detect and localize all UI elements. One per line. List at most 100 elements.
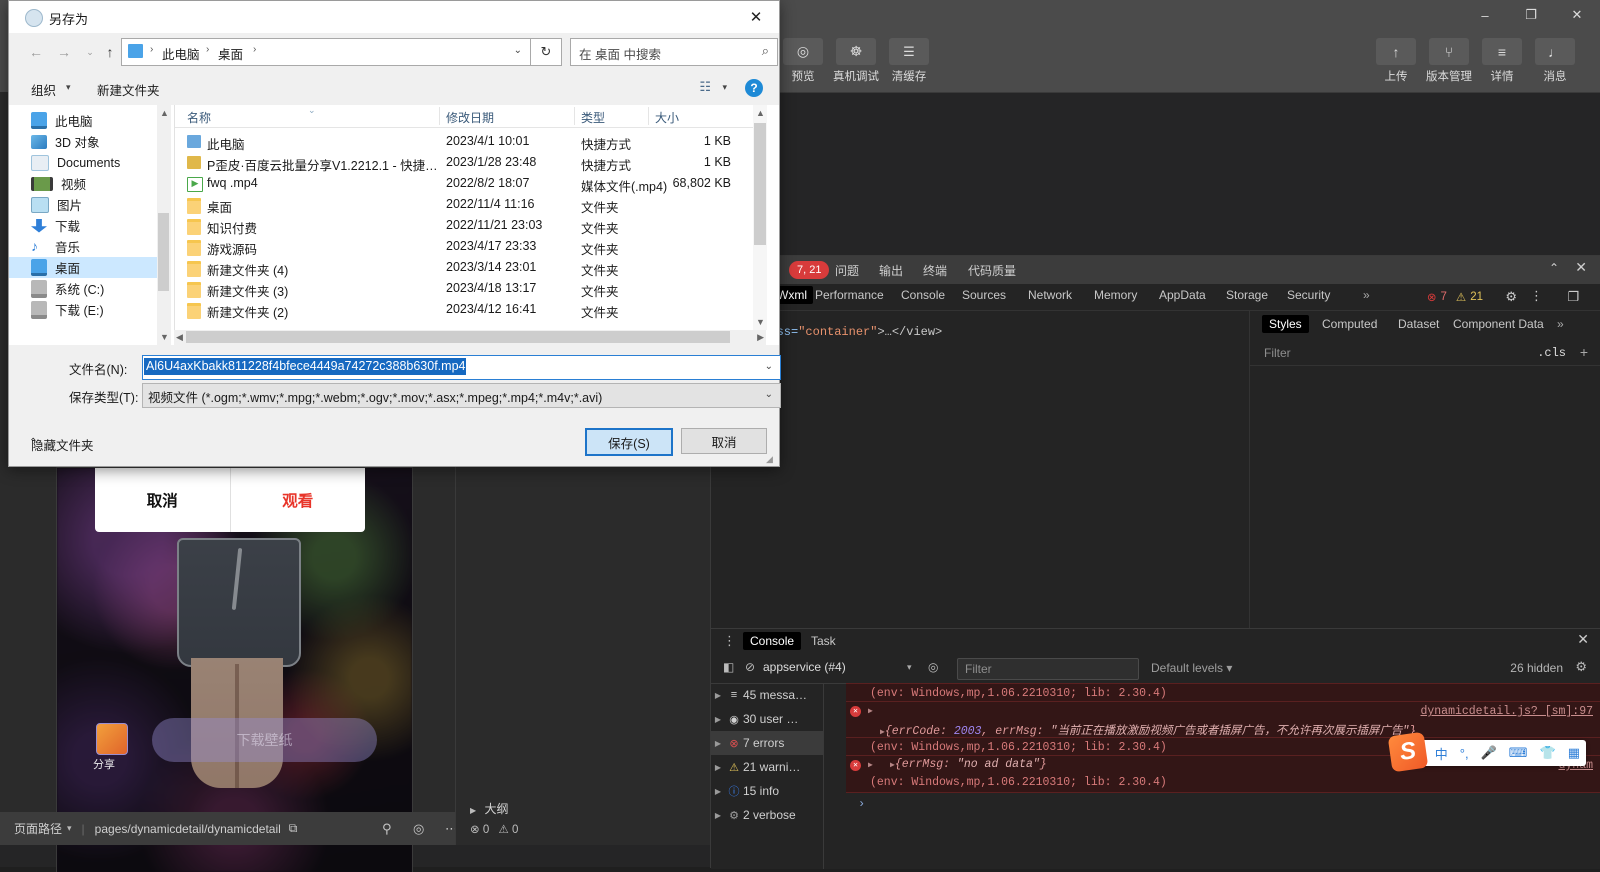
- dialog-cancel-button[interactable]: 取消: [95, 468, 231, 532]
- styles-tab-dataset[interactable]: Dataset: [1398, 317, 1439, 331]
- hide-folders-toggle[interactable]: 隐藏文件夹: [31, 435, 94, 454]
- table-row[interactable]: 新建文件夹 (4) 2023/3/14 23:01 文件夹: [175, 257, 767, 278]
- column-header-size[interactable]: 大小: [655, 109, 679, 126]
- tree-item-drive-e[interactable]: 下载 (E:): [9, 299, 157, 320]
- console-tab-console[interactable]: Console: [743, 632, 801, 650]
- console-tab-task[interactable]: Task: [811, 634, 836, 648]
- organize-button[interactable]: 组织: [31, 80, 56, 99]
- issue-counters[interactable]: ⊗ 7 ⚠ 21: [1427, 290, 1483, 304]
- tree-scroll-thumb[interactable]: [158, 213, 169, 291]
- tree-item-downloads[interactable]: 下载: [9, 215, 157, 236]
- chevron-down-icon[interactable]: ▾: [722, 82, 727, 93]
- scroll-left-icon[interactable]: ◀: [176, 332, 183, 343]
- back-button[interactable]: ←: [25, 41, 47, 63]
- window-maximize-button[interactable]: ❐: [1508, 0, 1554, 30]
- console-sidebar-user-messages[interactable]: ▶ ◉ 30 user …: [711, 707, 823, 731]
- chevron-up-icon[interactable]: ⌃: [1549, 261, 1559, 275]
- console-sidebar-info[interactable]: ▶ ⓘ 15 info: [711, 779, 823, 803]
- styles-tab-styles[interactable]: Styles: [1262, 315, 1309, 333]
- chevron-right-icon[interactable]: ▶: [868, 706, 873, 716]
- toolbox-icon[interactable]: ▦: [1568, 745, 1580, 761]
- refresh-button[interactable]: ↻: [531, 38, 562, 66]
- outline-section[interactable]: ▶ 大纲: [470, 800, 509, 817]
- window-minimize-button[interactable]: –: [1462, 0, 1508, 30]
- scroll-down-icon[interactable]: ▼: [160, 332, 169, 342]
- microphone-icon[interactable]: 🎤: [1481, 745, 1497, 761]
- console-filter-input[interactable]: Filter: [957, 658, 1139, 680]
- chevron-right-icon[interactable]: ▶: [868, 760, 873, 770]
- download-wallpaper-button[interactable]: 下载壁纸: [152, 718, 377, 762]
- wxml-node-line[interactable]: class="container">…</view>: [755, 325, 942, 339]
- chevron-down-icon[interactable]: ⌄: [514, 45, 522, 56]
- debugger-tab-codequality[interactable]: 代码质量: [968, 262, 1016, 279]
- punctuation-icon[interactable]: °,: [1460, 746, 1469, 761]
- toolbar-version-button[interactable]: ⑂ 版本管理: [1426, 38, 1472, 84]
- tab-appdata[interactable]: AppData: [1159, 288, 1206, 302]
- tabs-overflow-icon[interactable]: »: [1363, 288, 1370, 302]
- table-row[interactable]: 游戏源码 2023/4/17 23:33 文件夹: [175, 236, 767, 257]
- gear-icon[interactable]: ⚙: [1505, 289, 1517, 305]
- up-button[interactable]: ↑: [99, 41, 121, 63]
- kebab-icon[interactable]: ⋮: [723, 633, 736, 649]
- help-button[interactable]: ?: [745, 79, 763, 97]
- toolbar-messages-button[interactable]: ♩ 消息: [1532, 38, 1578, 84]
- debugger-tab-output[interactable]: 输出: [879, 262, 903, 279]
- search-box[interactable]: 在 桌面 中搜索 ⌕: [570, 38, 778, 66]
- table-row[interactable]: ▶ fwq .mp4 2022/8/2 18:07 媒体文件(.mp4) 68,…: [175, 173, 767, 194]
- scroll-right-icon[interactable]: ▶: [757, 332, 764, 343]
- filename-field[interactable]: Al6U4axKbakk811228f4bfece4449a74272c388b…: [142, 355, 781, 380]
- chevron-down-icon[interactable]: ▾: [67, 823, 72, 834]
- tree-item-videos[interactable]: 视频: [9, 173, 157, 194]
- language-icon[interactable]: 中: [1435, 744, 1448, 763]
- dialog-watch-button[interactable]: 观看: [231, 468, 366, 532]
- tab-console[interactable]: Console: [901, 288, 945, 302]
- add-rule-icon[interactable]: +: [1580, 344, 1588, 360]
- save-button[interactable]: 保存(S): [585, 428, 673, 456]
- toolbar-realdevice-debug-button[interactable]: ☸ 真机调试: [833, 38, 879, 84]
- breadcrumb-this-pc[interactable]: 此电脑: [162, 44, 200, 63]
- horizontal-scrollbar[interactable]: ◀ ▶: [174, 330, 766, 345]
- console-sidebar-warnings[interactable]: ▶ ⚠ 21 warni…: [711, 755, 823, 779]
- window-close-button[interactable]: ✕: [1554, 0, 1600, 30]
- chevron-down-icon[interactable]: ▾: [907, 662, 912, 673]
- filetype-select[interactable]: 视频文件 (*.ogm;*.wmv;*.mpg;*.webm;*.ogv;*.m…: [142, 383, 781, 408]
- filename-value[interactable]: Al6U4axKbakk811228f4bfece4449a74272c388b…: [144, 358, 466, 375]
- column-header-name[interactable]: 名称: [187, 109, 211, 126]
- styles-tab-component-data[interactable]: Component Data: [1453, 317, 1544, 331]
- wxml-tree-panel[interactable]: › class="container">…</view>: [711, 311, 1248, 659]
- tab-performance[interactable]: Performance: [815, 288, 884, 302]
- kebab-icon[interactable]: ⋮: [1530, 288, 1543, 304]
- forward-button[interactable]: →: [53, 41, 75, 63]
- dialog-close-button[interactable]: ✕: [733, 1, 779, 33]
- address-bar[interactable]: › 此电脑 › 桌面 › ⌄: [121, 38, 531, 66]
- page-path-label[interactable]: 页面路径: [14, 820, 62, 837]
- console-sidebar-errors[interactable]: ▶ ⊗ 7 errors: [711, 731, 823, 755]
- tree-item-music[interactable]: ♪ 音乐: [9, 236, 157, 257]
- view-list-icon[interactable]: ☷: [699, 79, 711, 95]
- console-levels-select[interactable]: Default levels ▾: [1151, 661, 1232, 675]
- scroll-down-icon[interactable]: ▼: [756, 317, 765, 327]
- close-icon[interactable]: ✕: [1577, 631, 1589, 648]
- clear-icon[interactable]: ⊘: [745, 660, 755, 674]
- scroll-up-icon[interactable]: ▲: [160, 108, 169, 118]
- debugger-tab-problems[interactable]: 问题: [835, 262, 859, 279]
- dock-icon[interactable]: ❐: [1567, 289, 1579, 305]
- hscroll-thumb[interactable]: [186, 331, 730, 343]
- table-row[interactable]: 新建文件夹 (3) 2023/4/18 13:17 文件夹: [175, 278, 767, 299]
- styles-filter-input[interactable]: Filter: [1264, 346, 1291, 360]
- close-icon[interactable]: ✕: [1575, 259, 1587, 276]
- sidebar-icon[interactable]: ◧: [723, 660, 734, 674]
- console-context-select[interactable]: appservice (#4): [763, 660, 923, 678]
- toolbar-clear-cache-button[interactable]: ☰ 清缓存: [886, 38, 932, 84]
- eye-icon[interactable]: ◎: [928, 660, 938, 674]
- table-row[interactable]: P歪皮·百度云批量分享V1.2212.1 - 快捷… 2023/1/28 23:…: [175, 152, 767, 173]
- toolbar-upload-button[interactable]: ↑ 上传: [1373, 38, 1419, 84]
- resize-grip[interactable]: ◢: [766, 454, 776, 464]
- gear-icon[interactable]: ⚙: [1575, 659, 1587, 675]
- tab-security[interactable]: Security: [1287, 288, 1330, 302]
- tree-item-this-pc[interactable]: 此电脑: [9, 110, 157, 131]
- debugger-tab-terminal[interactable]: 终端: [923, 262, 947, 279]
- share-icon[interactable]: [96, 723, 128, 755]
- sogou-logo-icon[interactable]: S: [1388, 732, 1429, 773]
- new-folder-button[interactable]: 新建文件夹: [97, 80, 160, 99]
